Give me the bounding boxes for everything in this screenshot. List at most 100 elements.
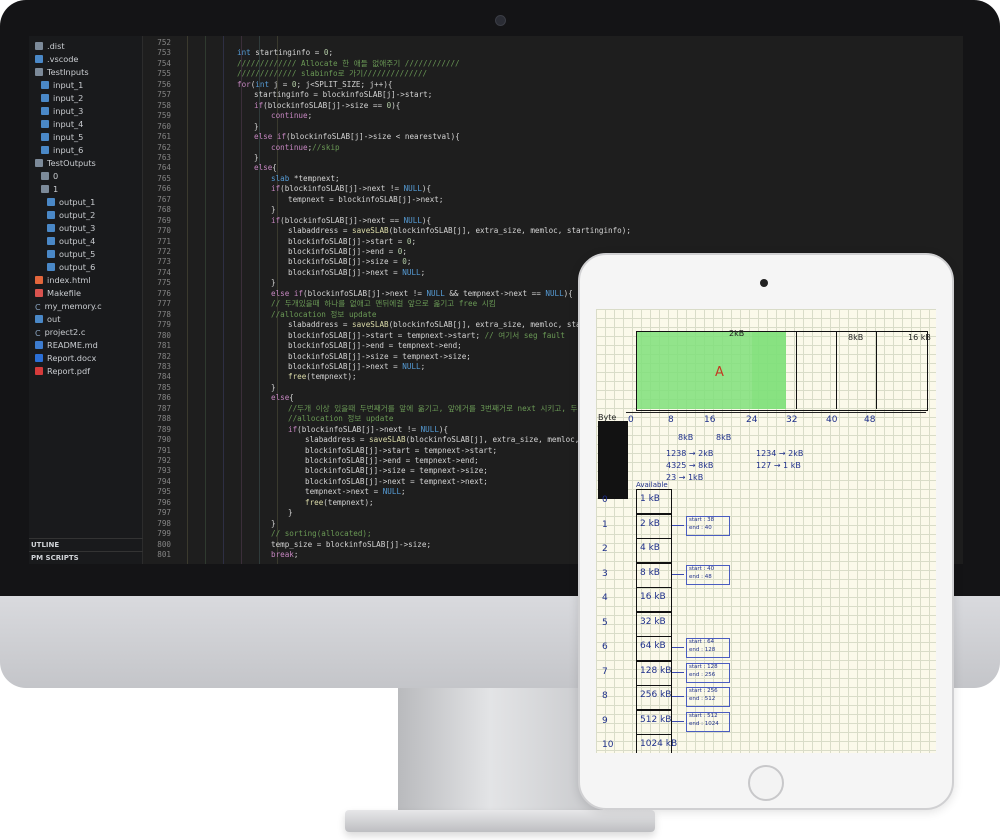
explorer-item-label: project2.c xyxy=(44,327,86,337)
line-number: 753 xyxy=(157,48,171,58)
code-text: tempnext = blockinfoSLAB[j]->next; xyxy=(288,194,444,204)
home-button[interactable] xyxy=(748,765,784,801)
explorer-item-label: input_1 xyxy=(53,80,84,90)
code-text: } xyxy=(271,205,276,215)
code-text: } xyxy=(271,278,276,288)
explorer-item-label: output_4 xyxy=(59,236,96,246)
explorer-item-label: index.html xyxy=(47,275,91,285)
code-text: blockinfoSLAB[j]->start = 0; xyxy=(288,236,417,246)
line-number: 764 xyxy=(157,163,171,173)
explorer-item[interactable]: Cproject2.c xyxy=(29,326,85,339)
explorer-item[interactable]: Cmy_memory.c xyxy=(29,300,102,313)
block-start: start : 64 xyxy=(689,639,715,645)
explorer-item-label: 1 xyxy=(53,184,59,194)
code-text: temp_size = blockinfoSLAB[j]->size; xyxy=(271,539,432,549)
explorer-item[interactable]: input_1 xyxy=(29,79,83,92)
file-icon xyxy=(41,120,49,128)
code-text: // 두개있을때 하나를 없애고 맨뒤에걸 앞으로 옮기고 free 시킴 xyxy=(271,299,496,309)
block-start: start : 128 xyxy=(689,663,718,670)
line-number: 770 xyxy=(157,226,171,236)
explorer-item[interactable]: Report.docx xyxy=(29,352,96,365)
file-icon xyxy=(41,94,49,102)
explorer-item-label: Makefile xyxy=(47,288,82,298)
code-text: slab *tempnext; xyxy=(271,173,340,183)
explorer-item[interactable]: input_5 xyxy=(29,131,83,144)
row-index: 5 xyxy=(602,617,608,628)
axis-tick-label: 16 xyxy=(704,415,716,425)
explorer-item[interactable]: .vscode xyxy=(29,53,78,66)
code-text: else{ xyxy=(254,163,277,173)
explorer-item[interactable]: output_3 xyxy=(29,222,95,235)
pointer-arrow xyxy=(672,671,684,673)
explorer-item[interactable]: README.md xyxy=(29,339,98,352)
indent-guide xyxy=(223,36,224,564)
block-label-2kb: 2kB xyxy=(729,329,745,338)
explorer-item-label: output_3 xyxy=(59,223,96,233)
line-number: 774 xyxy=(157,267,171,277)
explorer-item[interactable]: output_5 xyxy=(29,248,95,261)
code-text: } xyxy=(254,152,259,162)
line-number: 757 xyxy=(157,90,171,100)
row-index: 8 xyxy=(602,691,608,701)
explorer-item[interactable]: out xyxy=(29,313,60,326)
block-label-8kb: 8kB xyxy=(848,333,864,342)
folder-icon xyxy=(41,185,49,193)
code-text: if(blockinfoSLAB[j]->size == 0){ xyxy=(254,100,401,110)
memory-bar xyxy=(636,331,928,411)
line-number: 760 xyxy=(157,121,171,131)
size-mapping: 127 → 1 kB xyxy=(756,461,801,470)
axis-tick-label: 32 xyxy=(786,415,798,425)
explorer-item[interactable]: input_4 xyxy=(29,118,83,131)
explorer-item-label: my_memory.c xyxy=(44,301,102,311)
explorer-item[interactable]: input_2 xyxy=(29,92,83,105)
explorer-item[interactable]: input_3 xyxy=(29,105,83,118)
size-label: 16 kB xyxy=(640,592,666,602)
line-number: 783 xyxy=(157,361,171,371)
explorer-item[interactable]: Makefile xyxy=(29,287,81,300)
line-number: 787 xyxy=(157,403,171,413)
explorer-item[interactable]: Report.pdf xyxy=(29,365,90,378)
explorer-item-label: input_3 xyxy=(53,106,84,116)
explorer-item-label: .vscode xyxy=(47,54,79,64)
explorer-item[interactable]: output_1 xyxy=(29,196,95,209)
pointer-arrow xyxy=(672,696,684,697)
size-label: 8 kB xyxy=(640,567,660,578)
line-number: 785 xyxy=(157,382,171,392)
code-text: else if(blockinfoSLAB[j]->size < nearest… xyxy=(254,132,460,142)
html-icon xyxy=(35,276,43,284)
line-number: 765 xyxy=(157,173,171,183)
explorer-item[interactable]: 1 xyxy=(29,183,58,196)
explorer-item[interactable]: TestOutputs xyxy=(29,157,96,170)
explorer-item[interactable]: output_6 xyxy=(29,261,95,274)
block-end: end : 1024 xyxy=(689,720,719,727)
line-number: 799 xyxy=(157,529,171,539)
explorer-item[interactable]: .dist xyxy=(29,40,65,53)
line-number: 790 xyxy=(157,435,171,445)
imac-stand xyxy=(398,688,603,812)
explorer-item-label: 0 xyxy=(53,171,59,181)
line-number: 782 xyxy=(157,351,171,361)
file-icon xyxy=(41,146,49,154)
row-index: 9 xyxy=(602,715,608,726)
explorer-item[interactable]: TestInputs xyxy=(29,66,89,79)
code-text: free(tempnext); xyxy=(305,497,374,507)
code-text: blockinfoSLAB[j]->end = 0; xyxy=(288,247,407,256)
explorer-item[interactable]: index.html xyxy=(29,274,91,287)
line-number: 754 xyxy=(157,58,171,68)
explorer-item[interactable]: output_4 xyxy=(29,235,95,248)
code-text: startinginfo = blockinfoSLAB[j]->start; xyxy=(254,90,433,100)
file-icon xyxy=(41,133,49,141)
explorer-item[interactable]: output_2 xyxy=(29,209,95,222)
legend-box xyxy=(598,421,628,499)
code-text: blockinfoSLAB[j]->size = tempnext->size; xyxy=(305,466,488,476)
npm-scripts-panel-header[interactable]: PM SCRIPTS xyxy=(29,551,144,564)
size-label: 512 kB xyxy=(640,714,672,725)
line-number: 773 xyxy=(157,257,171,267)
pointer-arrow xyxy=(672,524,684,526)
size-label: 128 kB xyxy=(640,665,672,676)
divider xyxy=(836,331,837,409)
outline-panel-header[interactable]: UTLINE xyxy=(29,538,144,552)
explorer-item[interactable]: 0 xyxy=(29,170,58,183)
explorer-item[interactable]: input_6 xyxy=(29,144,83,157)
line-number: 786 xyxy=(157,393,171,403)
